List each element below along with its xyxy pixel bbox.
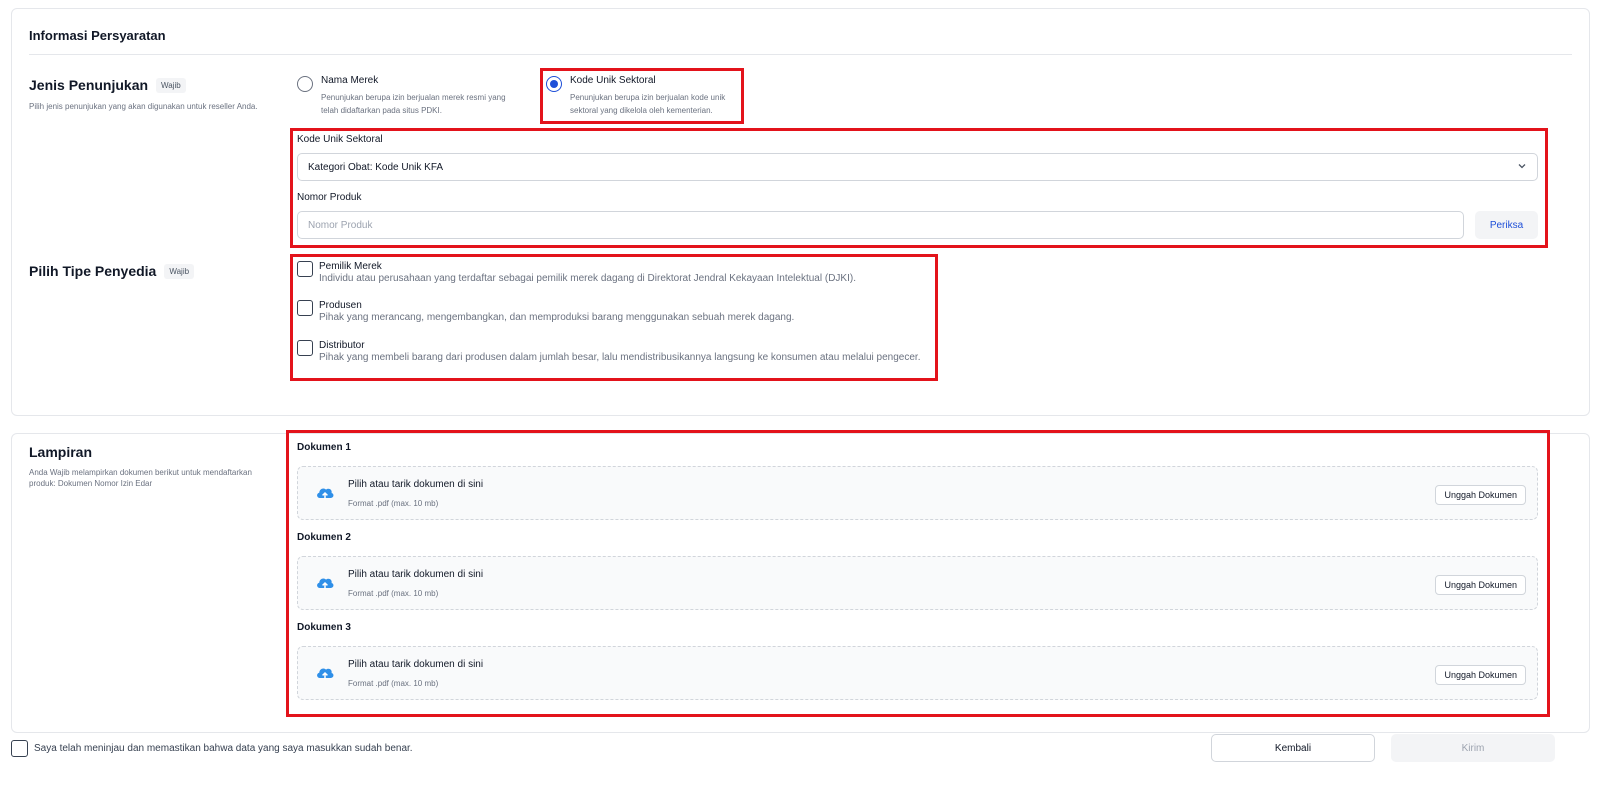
cloud-upload-icon: [315, 484, 335, 502]
radio-kode-unik-sektoral[interactable]: Kode Unik Sektoral Penunjukan berupa izi…: [546, 75, 741, 117]
jenis-penunjukan-label: Jenis Penunjukan Wajib: [29, 77, 186, 93]
nomor-produk-label: Nomor Produk: [297, 192, 362, 203]
checkbox[interactable]: [297, 300, 313, 316]
required-badge: Wajib: [156, 77, 186, 93]
tipe-penyedia-title: Pilih Tipe Penyedia: [29, 263, 157, 279]
dropzone-hint: Format .pdf (max. 10 mb): [348, 499, 439, 508]
radio-button[interactable]: [297, 76, 313, 92]
lampiran-label: Lampiran: [29, 444, 92, 460]
confirm-checkbox-row[interactable]: Saya telah meninjau dan memastikan bahwa…: [11, 740, 413, 757]
cloud-upload-icon: [315, 664, 335, 682]
checkbox-desc: Individu atau perusahaan yang terdaftar …: [319, 273, 856, 284]
dokumen-1-dropzone[interactable]: Pilih atau tarik dokumen di sini Format …: [297, 466, 1538, 520]
confirm-label: Saya telah meninjau dan memastikan bahwa…: [34, 743, 413, 754]
dokumen-1-label: Dokumen 1: [297, 442, 351, 453]
radio-label: Nama Merek: [321, 75, 379, 86]
unggah-dokumen-button[interactable]: Unggah Dokumen: [1435, 485, 1526, 505]
section-divider: [29, 54, 1572, 55]
dokumen-2-label: Dokumen 2: [297, 532, 351, 543]
checkbox[interactable]: [297, 340, 313, 356]
dropzone-title: Pilih atau tarik dokumen di sini: [348, 479, 484, 490]
periksa-button[interactable]: Periksa: [1475, 211, 1538, 239]
section-title: Informasi Persyaratan: [29, 28, 166, 43]
kode-unik-label: Kode Unik Sektoral: [297, 134, 383, 145]
kode-unik-select[interactable]: Kategori Obat: Kode Unik KFA: [297, 153, 1538, 181]
checkbox-produsen[interactable]: Produsen Pihak yang merancang, mengemban…: [297, 300, 794, 323]
cloud-upload-icon: [315, 574, 335, 592]
radio-desc: Penunjukan berupa izin berjualan merek r…: [321, 93, 506, 115]
kirim-button[interactable]: Kirim: [1391, 734, 1555, 762]
required-badge: Wajib: [164, 263, 195, 279]
checkbox-desc: Pihak yang merancang, mengembangkan, dan…: [319, 312, 795, 323]
dokumen-2-dropzone[interactable]: Pilih atau tarik dokumen di sini Format …: [297, 556, 1538, 610]
kembali-button[interactable]: Kembali: [1211, 734, 1375, 762]
radio-label: Kode Unik Sektoral: [570, 75, 656, 86]
confirm-checkbox[interactable]: [11, 740, 28, 757]
chevron-down-icon: [1517, 161, 1527, 174]
nomor-produk-input[interactable]: [297, 211, 1464, 239]
checkbox-pemilik-merek[interactable]: Pemilik Merek Individu atau perusahaan y…: [297, 261, 856, 284]
dropzone-hint: Format .pdf (max. 10 mb): [348, 589, 439, 598]
checkbox[interactable]: [297, 261, 313, 277]
radio-button-selected[interactable]: [546, 76, 562, 92]
dropzone-title: Pilih atau tarik dokumen di sini: [348, 659, 484, 670]
jenis-penunjukan-title: Jenis Penunjukan: [29, 77, 149, 93]
dropzone-title: Pilih atau tarik dokumen di sini: [348, 569, 484, 580]
unggah-dokumen-button[interactable]: Unggah Dokumen: [1435, 665, 1526, 685]
checkbox-label: Produsen: [319, 300, 362, 311]
select-value: Kategori Obat: Kode Unik KFA: [308, 161, 444, 173]
lampiran-desc: Anda Wajib melampirkan dokumen berikut u…: [29, 468, 252, 488]
checkbox-label: Pemilik Merek: [319, 261, 382, 272]
lampiran-title: Lampiran: [29, 444, 93, 460]
dokumen-3-label: Dokumen 3: [297, 622, 351, 633]
jenis-penunjukan-desc: Pilih jenis penunjukan yang akan digunak…: [29, 102, 258, 111]
checkbox-distributor[interactable]: Distributor Pihak yang membeli barang da…: [297, 340, 920, 363]
tipe-penyedia-label: Pilih Tipe Penyedia Wajib: [29, 263, 195, 279]
dokumen-3-dropzone[interactable]: Pilih atau tarik dokumen di sini Format …: [297, 646, 1538, 700]
radio-nama-merek[interactable]: Nama Merek Penunjukan berupa izin berjua…: [297, 75, 512, 117]
dropzone-hint: Format .pdf (max. 10 mb): [348, 679, 439, 688]
unggah-dokumen-button[interactable]: Unggah Dokumen: [1435, 575, 1526, 595]
checkbox-label: Distributor: [319, 340, 365, 351]
checkbox-desc: Pihak yang membeli barang dari produsen …: [319, 352, 921, 363]
radio-desc: Penunjukan berupa izin berjualan kode un…: [570, 93, 726, 115]
